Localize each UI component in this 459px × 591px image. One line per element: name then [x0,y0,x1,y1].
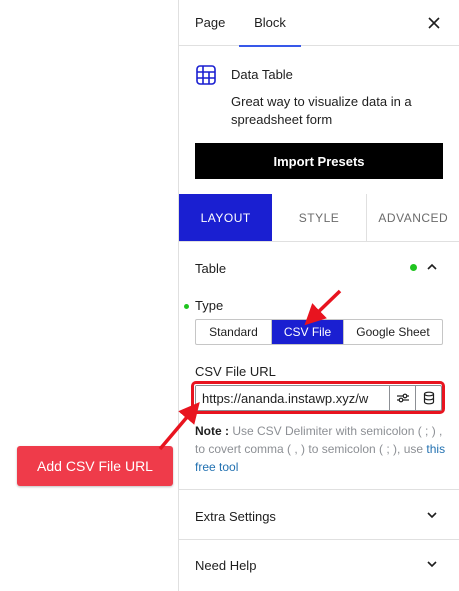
table-section-header[interactable]: Table [179,242,459,292]
tab-style[interactable]: STYLE [272,194,367,241]
chevron-down-icon[interactable] [425,508,439,522]
settings-tabs: LAYOUT STYLE ADVANCED [179,194,459,242]
type-csv-button[interactable]: CSV File [272,320,344,344]
csv-url-input[interactable] [196,386,389,410]
note-text: Use CSV Delimiter with semicolon ( ; ) ,… [195,424,443,456]
type-label: Type [195,298,224,313]
extra-settings-title: Extra Settings [195,509,276,524]
table-section-title: Table [195,261,227,276]
type-status-dot [184,304,189,309]
csv-note: Note : Use CSV Delimiter with semicolon … [195,422,447,476]
status-dot [410,264,417,271]
import-presets-button[interactable]: Import Presets [195,143,443,179]
type-button-group: Standard CSV File Google Sheet [195,319,443,345]
need-help-title: Need Help [195,558,257,573]
csv-url-field [195,385,442,411]
tab-advanced[interactable]: ADVANCED [367,194,459,241]
tab-page[interactable]: Page [195,0,225,46]
tab-layout[interactable]: LAYOUT [179,194,273,241]
tab-block[interactable]: Block [239,0,301,47]
block-title: Data Table [231,67,293,82]
close-icon[interactable] [423,12,445,34]
need-help-header[interactable]: Need Help [179,540,459,590]
editor-canvas [0,0,178,591]
table-icon [195,64,217,86]
settings-sliders-icon[interactable] [389,386,415,410]
sidebar-tabs: Page Block [179,0,459,47]
note-label: Note : [195,424,229,438]
extra-settings-header[interactable]: Extra Settings [179,490,459,540]
block-description: Great way to visualize data in a spreads… [231,94,412,127]
add-csv-url-callout: Add CSV File URL [17,446,173,486]
database-icon[interactable] [415,386,441,410]
type-standard-button[interactable]: Standard [196,320,272,344]
type-google-sheet-button[interactable]: Google Sheet [344,320,442,344]
block-settings-sidebar: Page Block Data Table Great way to visua… [178,0,459,591]
csv-url-label: CSV File URL [195,364,276,379]
chevron-up-icon[interactable] [425,260,439,274]
chevron-down-icon[interactable] [425,557,439,571]
